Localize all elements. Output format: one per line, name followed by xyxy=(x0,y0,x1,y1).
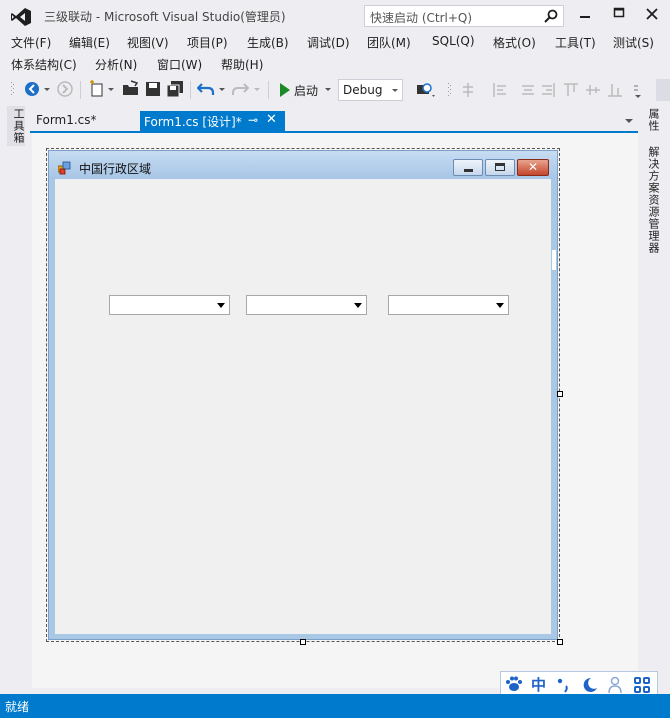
save-all-icon[interactable] xyxy=(166,80,184,98)
form-app-icon xyxy=(58,161,71,175)
menu-debug[interactable]: 调试(D) xyxy=(307,34,350,51)
toolbar-separator xyxy=(190,81,191,99)
menu-analyze[interactable]: 分析(N) xyxy=(95,56,137,73)
tab-form1-designer[interactable]: Form1.cs [设计]* ⊸ ✕ xyxy=(140,111,285,131)
start-debugging-button[interactable]: 启动 xyxy=(276,80,338,100)
menu-bar-row2: 体系结构(C) 分析(N) 窗口(W) 帮助(H) xyxy=(0,54,670,76)
resize-handle-corner[interactable] xyxy=(557,639,563,645)
tab-label: Form1.cs* xyxy=(36,113,97,127)
properties-tab[interactable]: 属性 xyxy=(643,108,663,138)
redo-icon xyxy=(232,83,249,95)
chevron-down-icon[interactable] xyxy=(496,303,504,308)
tab-overflow-chevron-icon[interactable] xyxy=(624,116,634,126)
solution-explorer-tab[interactable]: 解决方案资源管理器 xyxy=(643,146,663,256)
save-icon[interactable] xyxy=(144,80,162,98)
menu-build[interactable]: 生成(B) xyxy=(247,34,289,51)
toolbox-label: 工具箱 xyxy=(12,108,25,144)
form-caption-bar: 中国行政区域 ✕ xyxy=(49,151,557,179)
chevron-down-icon[interactable] xyxy=(43,80,51,98)
form-title: 中国行政区域 xyxy=(79,162,152,176)
maximize-icon[interactable] xyxy=(608,5,630,23)
punctuation-icon[interactable] xyxy=(556,676,572,694)
tab-form1-code[interactable]: Form1.cs* xyxy=(30,111,140,131)
menu-bar: 文件(F) 编辑(E) 视图(V) 项目(P) 生成(B) 调试(D) 团队(M… xyxy=(0,32,670,54)
find-in-files-icon[interactable] xyxy=(414,80,436,100)
paw-icon[interactable] xyxy=(505,676,523,692)
close-icon[interactable] xyxy=(641,5,663,23)
form-edge-highlight xyxy=(552,250,556,270)
close-tab-icon[interactable]: ✕ xyxy=(266,112,277,127)
menu-team[interactable]: 团队(M) xyxy=(367,34,411,51)
district-combobox[interactable] xyxy=(388,295,509,315)
toolbox-tab[interactable]: 工具箱 xyxy=(7,106,25,146)
ime-mode-toggle[interactable]: 中 xyxy=(531,674,546,695)
navigate-back-icon[interactable] xyxy=(24,80,42,98)
menu-edit[interactable]: 编辑(E) xyxy=(69,34,110,51)
properties-label: 属性 xyxy=(647,108,660,132)
chevron-down-icon xyxy=(254,88,260,91)
solution-explorer-label: 解决方案资源管理器 xyxy=(647,146,660,254)
new-project-icon[interactable] xyxy=(88,80,106,98)
window-title: 三级联动 - Microsoft Visual Studio(管理员) xyxy=(44,10,286,24)
resize-handle-bottom[interactable] xyxy=(300,639,306,645)
menu-format[interactable]: 格式(O) xyxy=(493,34,536,51)
form-close-icon: ✕ xyxy=(517,159,549,176)
undo-icon[interactable] xyxy=(197,80,215,98)
chevron-down-icon[interactable] xyxy=(354,303,362,308)
chevron-down-icon xyxy=(392,89,398,92)
menu-architecture[interactable]: 体系结构(C) xyxy=(11,56,77,73)
menu-view[interactable]: 视图(V) xyxy=(127,34,169,51)
chevron-down-icon[interactable] xyxy=(107,80,115,98)
form-minimize-icon xyxy=(453,159,483,176)
tab-label: Form1.cs [设计]* xyxy=(144,115,242,129)
solution-configuration-select[interactable]: Debug xyxy=(338,79,403,101)
menu-help[interactable]: 帮助(H) xyxy=(221,56,263,73)
menu-test[interactable]: 测试(S) xyxy=(613,34,654,51)
user-icon[interactable] xyxy=(607,676,623,694)
quick-launch-placeholder: 快速启动 (Ctrl+Q) xyxy=(370,11,473,25)
form-client-area[interactable] xyxy=(55,179,551,634)
toolbar-overflow-icon[interactable] xyxy=(632,80,644,100)
form-maximize-icon xyxy=(485,159,515,176)
province-combobox[interactable] xyxy=(109,295,230,315)
menu-tools[interactable]: 工具(T) xyxy=(555,34,596,51)
toolbar-grip-icon xyxy=(447,81,453,99)
left-tool-window-strip xyxy=(0,104,30,694)
city-combobox[interactable] xyxy=(246,295,367,315)
grid-menu-icon[interactable] xyxy=(633,676,651,694)
menu-project[interactable]: 项目(P) xyxy=(187,34,228,51)
menu-file[interactable]: 文件(F) xyxy=(11,34,51,51)
start-label: 启动 xyxy=(294,84,319,98)
menu-window[interactable]: 窗口(W) xyxy=(157,56,202,73)
toolbar-edge xyxy=(656,79,670,101)
toolbar-grip-icon xyxy=(11,82,14,95)
menu-sql[interactable]: SQL(Q) xyxy=(432,34,475,48)
resize-handle-right[interactable] xyxy=(557,391,563,397)
designer-form[interactable]: 中国行政区域 ✕ xyxy=(48,150,558,640)
quick-launch-input[interactable]: 快速启动 (Ctrl+Q) xyxy=(364,5,564,27)
open-file-icon[interactable] xyxy=(122,80,140,98)
moon-icon[interactable] xyxy=(581,676,599,694)
chevron-down-icon xyxy=(325,88,331,91)
status-bar: 就绪 xyxy=(0,694,670,718)
toolbar-separator xyxy=(268,81,269,99)
search-icon xyxy=(544,9,558,23)
toolbar-separator xyxy=(80,81,81,99)
status-text: 就绪 xyxy=(5,700,30,714)
play-icon xyxy=(280,83,290,97)
configuration-value: Debug xyxy=(343,83,383,97)
layout-toolbar-icons xyxy=(463,83,622,97)
minimize-icon[interactable] xyxy=(574,5,596,23)
navigate-forward-icon xyxy=(57,81,73,97)
pin-tab-icon[interactable]: ⊸ xyxy=(248,113,258,127)
chevron-down-icon[interactable] xyxy=(217,303,225,308)
visual-studio-logo-icon xyxy=(11,8,31,26)
chevron-down-icon[interactable] xyxy=(218,80,226,98)
